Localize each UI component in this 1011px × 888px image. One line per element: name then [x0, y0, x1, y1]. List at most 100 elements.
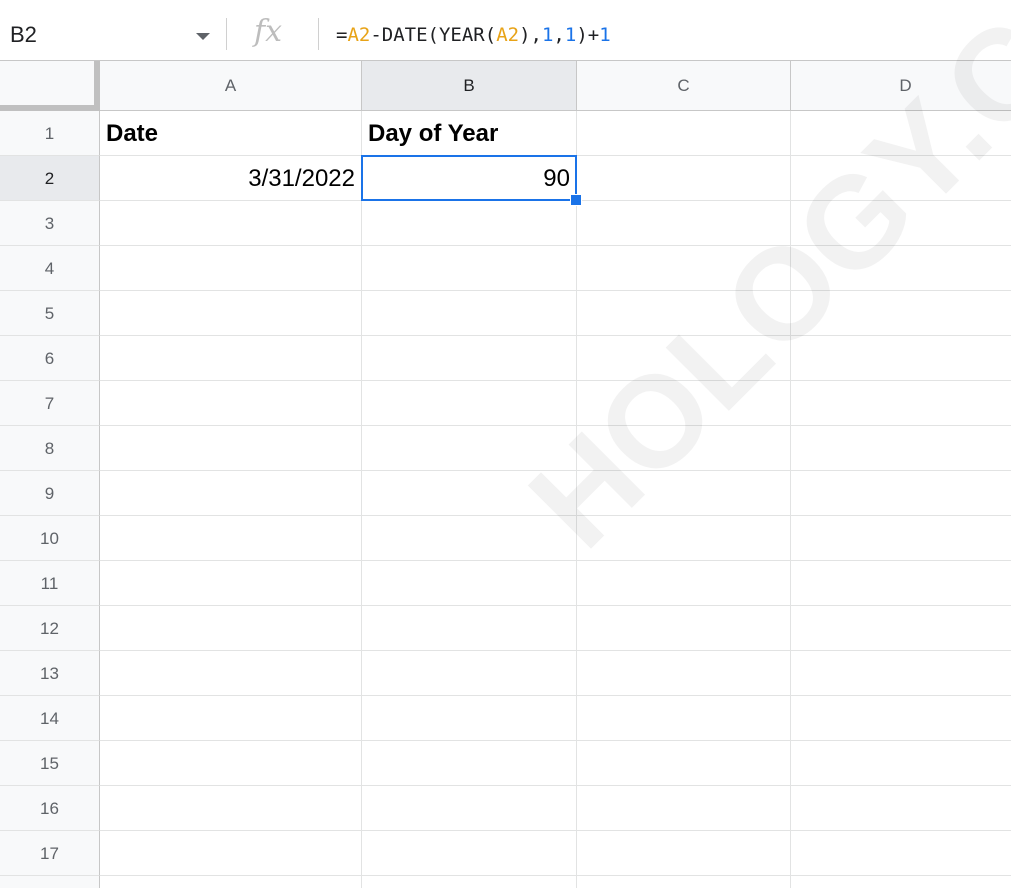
- cell-a10[interactable]: [100, 516, 362, 561]
- cell-a7[interactable]: [100, 381, 362, 426]
- cell-d18[interactable]: [791, 876, 1011, 888]
- row-header-8[interactable]: 8: [0, 426, 100, 471]
- row-header-18[interactable]: 18: [0, 876, 100, 888]
- cell-a5[interactable]: [100, 291, 362, 336]
- cell-a18[interactable]: [100, 876, 362, 888]
- cell-a8[interactable]: [100, 426, 362, 471]
- cell-a16[interactable]: [100, 786, 362, 831]
- cell-c3[interactable]: [577, 201, 791, 246]
- cell-c16[interactable]: [577, 786, 791, 831]
- row-header-12[interactable]: 12: [0, 606, 100, 651]
- cell-c15[interactable]: [577, 741, 791, 786]
- cell-a1[interactable]: Date: [100, 111, 362, 156]
- cell-a4[interactable]: [100, 246, 362, 291]
- cell-c5[interactable]: [577, 291, 791, 336]
- cell-b12[interactable]: [362, 606, 577, 651]
- cell-d13[interactable]: [791, 651, 1011, 696]
- column-header-a[interactable]: A: [100, 61, 362, 111]
- cell-d10[interactable]: [791, 516, 1011, 561]
- cell-d14[interactable]: [791, 696, 1011, 741]
- cell-b17[interactable]: [362, 831, 577, 876]
- name-box[interactable]: B2: [10, 21, 37, 49]
- cell-d17[interactable]: [791, 831, 1011, 876]
- cell-a11[interactable]: [100, 561, 362, 606]
- row-header-17[interactable]: 17: [0, 831, 100, 876]
- cell-b13[interactable]: [362, 651, 577, 696]
- fill-handle[interactable]: [570, 194, 582, 206]
- row-header-11[interactable]: 11: [0, 561, 100, 606]
- row-header-4[interactable]: 4: [0, 246, 100, 291]
- cell-d11[interactable]: [791, 561, 1011, 606]
- column-header-c[interactable]: C: [577, 61, 791, 111]
- cell-a3[interactable]: [100, 201, 362, 246]
- cell-c14[interactable]: [577, 696, 791, 741]
- cell-c6[interactable]: [577, 336, 791, 381]
- cell-c17[interactable]: [577, 831, 791, 876]
- row-header-7[interactable]: 7: [0, 381, 100, 426]
- cell-d9[interactable]: [791, 471, 1011, 516]
- cell-a12[interactable]: [100, 606, 362, 651]
- cell-b3[interactable]: [362, 201, 577, 246]
- row-header-1[interactable]: 1: [0, 111, 100, 156]
- cell-c1[interactable]: [577, 111, 791, 156]
- cell-b8[interactable]: [362, 426, 577, 471]
- cell-c4[interactable]: [577, 246, 791, 291]
- cell-c13[interactable]: [577, 651, 791, 696]
- cell-c2[interactable]: [577, 156, 791, 201]
- cell-d7[interactable]: [791, 381, 1011, 426]
- cell-c18[interactable]: [577, 876, 791, 888]
- cell-b16[interactable]: [362, 786, 577, 831]
- row-header-15[interactable]: 15: [0, 741, 100, 786]
- cell-a13[interactable]: [100, 651, 362, 696]
- cell-d16[interactable]: [791, 786, 1011, 831]
- cell-a2[interactable]: 3/31/2022: [100, 156, 362, 201]
- formula-token-num: 1: [599, 24, 611, 46]
- cell-b18[interactable]: [362, 876, 577, 888]
- cell-b9[interactable]: [362, 471, 577, 516]
- row-header-14[interactable]: 14: [0, 696, 100, 741]
- row-header-6[interactable]: 6: [0, 336, 100, 381]
- cell-d5[interactable]: [791, 291, 1011, 336]
- cell-a17[interactable]: [100, 831, 362, 876]
- cell-c12[interactable]: [577, 606, 791, 651]
- cell-b6[interactable]: [362, 336, 577, 381]
- cell-c8[interactable]: [577, 426, 791, 471]
- column-header-d[interactable]: D: [791, 61, 1011, 111]
- formula-input[interactable]: =A2-DATE(YEAR(A2),1,1)+1: [336, 22, 611, 48]
- cell-c9[interactable]: [577, 471, 791, 516]
- cell-b11[interactable]: [362, 561, 577, 606]
- cell-d4[interactable]: [791, 246, 1011, 291]
- select-all-corner[interactable]: [0, 61, 100, 111]
- cell-a15[interactable]: [100, 741, 362, 786]
- cell-d3[interactable]: [791, 201, 1011, 246]
- cell-b1[interactable]: Day of Year: [362, 111, 577, 156]
- row-header-9[interactable]: 9: [0, 471, 100, 516]
- cell-b15[interactable]: [362, 741, 577, 786]
- row-header-2[interactable]: 2: [0, 156, 100, 201]
- cell-a9[interactable]: [100, 471, 362, 516]
- cell-c7[interactable]: [577, 381, 791, 426]
- row-header-5[interactable]: 5: [0, 291, 100, 336]
- cell-b2[interactable]: 90: [362, 156, 577, 201]
- cell-b14[interactable]: [362, 696, 577, 741]
- row-header-10[interactable]: 10: [0, 516, 100, 561]
- cell-c11[interactable]: [577, 561, 791, 606]
- cell-d1[interactable]: [791, 111, 1011, 156]
- cell-b4[interactable]: [362, 246, 577, 291]
- cell-c10[interactable]: [577, 516, 791, 561]
- row-header-13[interactable]: 13: [0, 651, 100, 696]
- cell-a14[interactable]: [100, 696, 362, 741]
- cell-d12[interactable]: [791, 606, 1011, 651]
- column-header-b[interactable]: B: [362, 61, 577, 111]
- row-header-3[interactable]: 3: [0, 201, 100, 246]
- cell-b10[interactable]: [362, 516, 577, 561]
- cell-d6[interactable]: [791, 336, 1011, 381]
- cell-d15[interactable]: [791, 741, 1011, 786]
- cell-a6[interactable]: [100, 336, 362, 381]
- cell-d8[interactable]: [791, 426, 1011, 471]
- cell-b7[interactable]: [362, 381, 577, 426]
- name-box-dropdown-icon[interactable]: [196, 33, 210, 40]
- cell-d2[interactable]: [791, 156, 1011, 201]
- row-header-16[interactable]: 16: [0, 786, 100, 831]
- cell-b5[interactable]: [362, 291, 577, 336]
